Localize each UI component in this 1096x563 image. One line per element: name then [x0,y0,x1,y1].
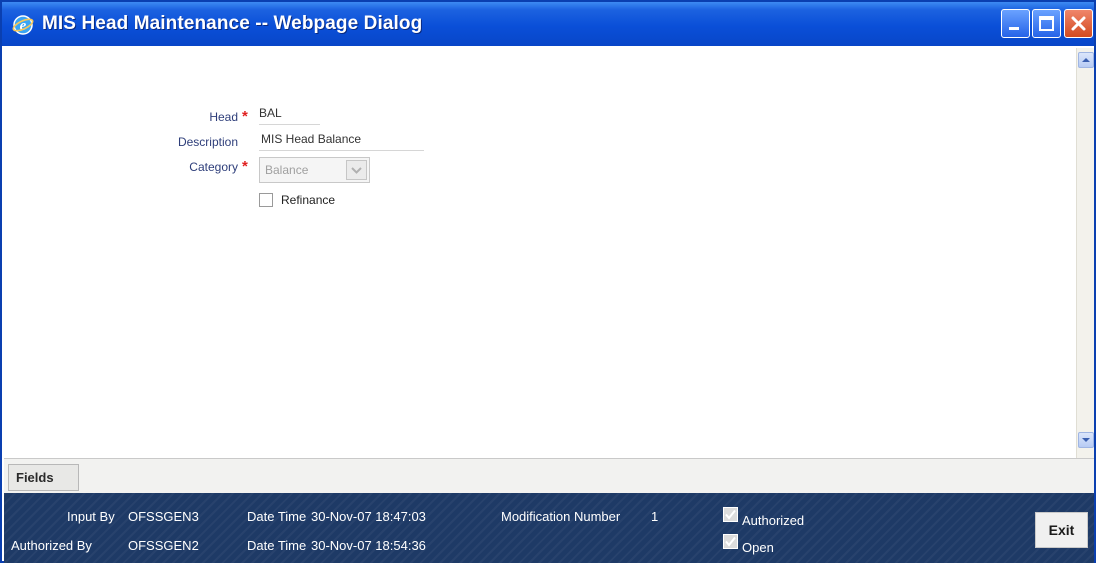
input-datetime-value: 30-Nov-07 18:47:03 [311,509,426,524]
checkmark-icon [725,509,736,520]
input-datetime-label: Date Time [247,509,307,524]
description-label: Description [177,135,238,149]
arrow-down-icon [1082,438,1090,442]
auth-datetime-label: Date Time [247,538,307,553]
scroll-down-button[interactable] [1078,432,1094,448]
maximize-icon [1039,16,1054,31]
description-field[interactable]: MIS Head Balance [259,131,424,151]
head-label: Head [209,110,238,124]
category-required-mark: * [242,158,248,175]
category-select[interactable]: Balance [259,157,370,183]
scroll-up-button[interactable] [1078,52,1094,68]
input-by-label: Input By [67,509,115,524]
authorized-by-label: Authorized By [11,538,92,553]
close-icon [1071,16,1086,31]
maximize-button[interactable] [1032,9,1061,38]
head-required-mark: * [242,108,248,125]
refinance-checkbox[interactable] [259,193,273,207]
category-dropdown-button[interactable] [346,160,367,180]
modification-number-value: 1 [651,509,659,524]
window-title: MIS Head Maintenance -- Webpage Dialog [42,13,423,34]
category-label: Category [189,160,238,174]
head-field[interactable]: BAL [259,105,320,125]
ie-icon: e [12,15,34,35]
chevron-down-icon [351,167,362,174]
tab-fields[interactable]: Fields [8,464,79,491]
checkmark-icon [725,536,736,547]
exit-button[interactable]: Exit [1035,512,1088,548]
auth-datetime-value: 30-Nov-07 18:54:36 [311,538,426,553]
audit-footer: Input By OFSSGEN3 Authorized By OFSSGEN2… [4,493,1094,563]
authorized-label: Authorized [742,513,805,528]
input-by-value: OFSSGEN3 [128,509,199,524]
open-checkbox [723,534,738,549]
tab-bar: Fields [4,458,1094,493]
authorized-checkbox [723,507,738,522]
vertical-scrollbar[interactable] [1076,48,1094,458]
open-label: Open [742,540,774,555]
modification-number-label: Modification Number [501,509,621,524]
authorized-by-value: OFSSGEN2 [128,538,199,553]
form-area: Head * BAL Description MIS Head Balance … [2,46,1074,458]
refinance-label: Refinance [281,193,336,207]
category-select-value: Balance [265,163,309,177]
minimize-button[interactable] [1001,9,1030,38]
dialog-window: e MIS Head Maintenance -- Webpage Dialog… [0,0,1096,563]
minimize-icon [1009,27,1019,30]
title-bar[interactable]: e MIS Head Maintenance -- Webpage Dialog [2,2,1094,46]
close-button[interactable] [1064,9,1093,38]
arrow-up-icon [1082,58,1090,62]
